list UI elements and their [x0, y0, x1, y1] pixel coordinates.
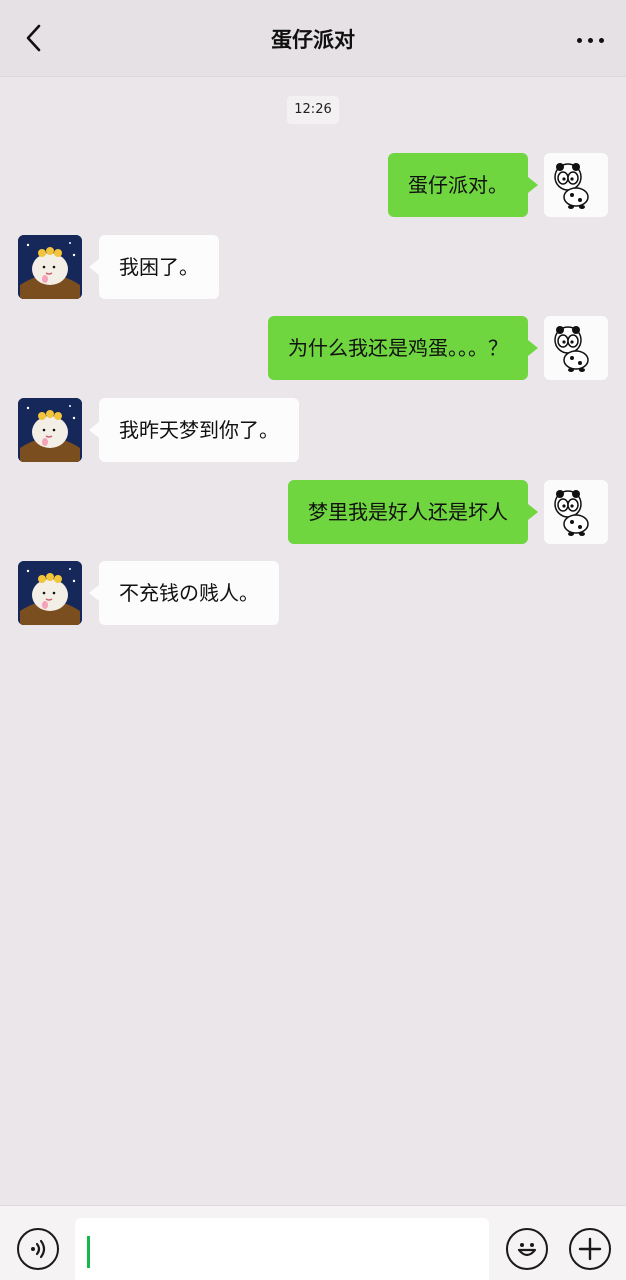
message-input-bar — [0, 1205, 626, 1280]
message-row: 蛋仔派对。 — [0, 153, 626, 217]
received-message-bubble[interactable]: 我昨天梦到你了。 — [89, 398, 299, 462]
more-horizontal-icon — [576, 37, 582, 43]
message-text-input[interactable] — [75, 1218, 489, 1280]
text-cursor — [87, 1236, 90, 1268]
contact-avatar[interactable] — [18, 398, 82, 462]
egg-character-avatar-icon — [18, 398, 82, 462]
sent-message-bubble[interactable]: 为什么我还是鸡蛋。。。？ — [268, 316, 538, 380]
received-message-bubble[interactable]: 我困了。 — [89, 235, 219, 299]
chat-title: 蛋仔派对 — [271, 28, 355, 52]
my-avatar[interactable] — [544, 480, 608, 544]
panda-avatar-icon — [554, 326, 589, 372]
chat-screen: 蛋仔派对 12:26 蛋仔派对。 我困了。 为什么我还是鸡蛋。。。？ 我昨天梦到… — [0, 0, 626, 1280]
message-row: 我昨天梦到你了。 — [0, 398, 626, 462]
message-row: 不充钱の贱人。 — [0, 561, 626, 625]
voice-input-button[interactable] — [17, 1228, 59, 1270]
contact-avatar[interactable] — [18, 561, 82, 625]
more-horizontal-icon-dot — [587, 37, 593, 43]
panda-avatar-icon — [554, 490, 589, 536]
more-horizontal-icon-dot — [598, 37, 604, 43]
sent-message-bubble[interactable]: 蛋仔派对。 — [388, 153, 538, 217]
message-row: 梦里我是好人还是坏人 — [0, 480, 626, 544]
more-functions-button[interactable] — [569, 1228, 611, 1270]
message-timestamp: 12:26 — [287, 96, 339, 124]
egg-character-avatar-icon — [18, 235, 82, 299]
emoji-icon — [517, 1243, 537, 1257]
contact-avatar[interactable] — [18, 235, 82, 299]
emoji-button[interactable] — [506, 1228, 548, 1270]
received-message-bubble[interactable]: 不充钱の贱人。 — [89, 561, 279, 625]
message-row: 我困了。 — [0, 235, 626, 299]
voice-icon — [31, 1239, 46, 1259]
my-avatar[interactable] — [544, 153, 608, 217]
chat-header: 蛋仔派对 — [0, 0, 626, 77]
plus-icon — [578, 1237, 602, 1261]
message-row: 为什么我还是鸡蛋。。。？ — [0, 316, 626, 380]
panda-avatar-icon — [554, 163, 589, 209]
egg-character-avatar-icon — [18, 561, 82, 625]
my-avatar[interactable] — [544, 316, 608, 380]
sent-message-bubble[interactable]: 梦里我是好人还是坏人 — [288, 480, 538, 544]
more-options-button[interactable] — [566, 20, 614, 60]
